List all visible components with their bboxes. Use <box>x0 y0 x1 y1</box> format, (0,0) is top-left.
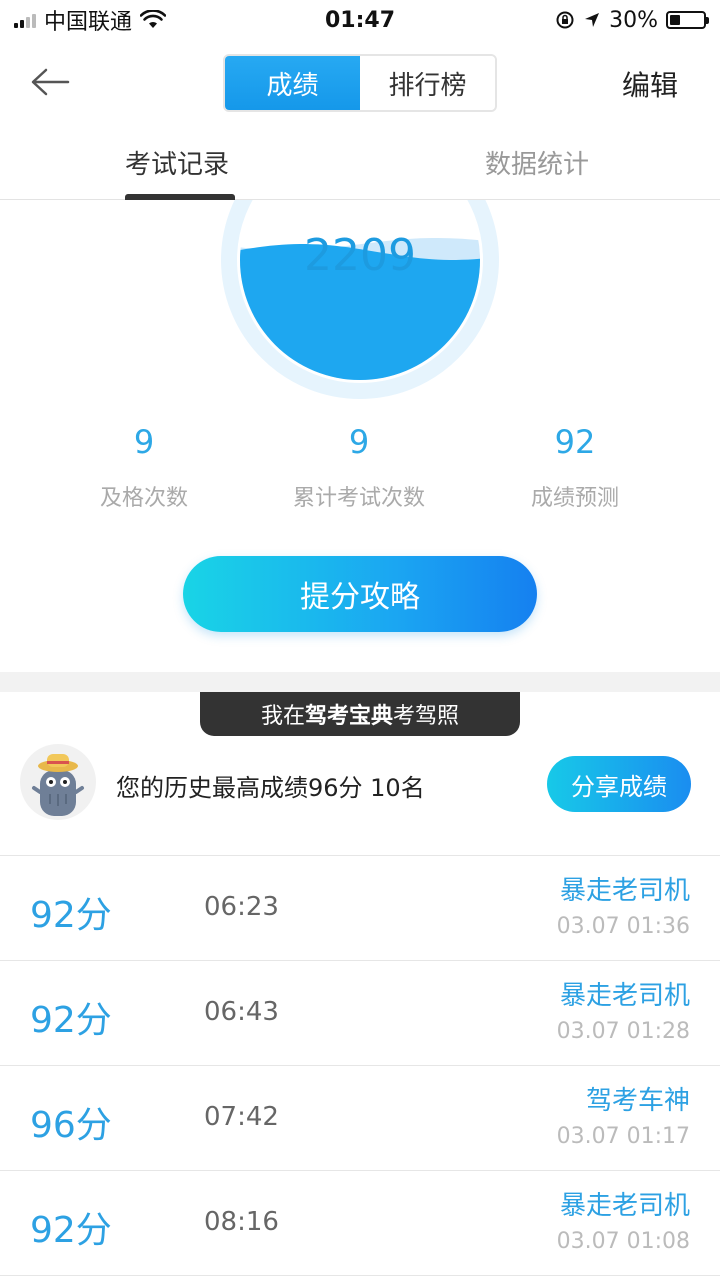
record-time: 03.07 01:17 <box>556 1124 690 1149</box>
segment-control: 成绩 排行榜 <box>223 54 497 112</box>
battery-percent: 30% <box>609 7 658 33</box>
tab-exam-records[interactable]: 考试记录 <box>125 144 229 181</box>
stat-score-prediction: 92 成绩预测 <box>475 420 675 512</box>
segment-score[interactable]: 成绩 <box>225 56 360 110</box>
record-time: 03.07 01:36 <box>556 914 690 939</box>
stat-pass-count: 9 及格次数 <box>44 420 244 512</box>
wifi-icon <box>140 10 167 28</box>
section-divider <box>0 672 720 692</box>
record-score: 92分 <box>30 1000 112 1041</box>
record-score: 92分 <box>30 895 112 936</box>
tab-data-stats[interactable]: 数据统计 <box>485 144 589 181</box>
gauge-score: 2209 <box>304 230 416 281</box>
score-panel: 2209 9 及格次数 9 累计考试次数 92 成绩预测 提分攻略 <box>0 200 720 672</box>
record-time: 03.07 01:08 <box>556 1229 690 1254</box>
record-title: 暴走老司机 <box>559 981 690 1011</box>
record-title: 暴走老司机 <box>559 876 690 906</box>
banner-suffix: 考驾照 <box>393 704 460 729</box>
rotation-lock-icon <box>556 11 574 29</box>
stat-value: 92 <box>554 423 596 461</box>
app-banner: 我在 驾考宝典 考驾照 <box>200 692 520 736</box>
tab-bar: 考试记录 数据统计 <box>0 126 720 200</box>
best-score-text: 您的历史最高成绩96分 10名 <box>116 774 425 802</box>
battery-fill <box>670 15 680 25</box>
exam-records-list: 92分 06:23 暴走老司机 03.07 01:36 92分 06:43 暴走… <box>0 856 720 1276</box>
improve-strategy-button[interactable]: 提分攻略 <box>183 556 537 632</box>
status-left: 中国联通 <box>14 4 167 36</box>
record-duration: 06:43 <box>204 997 279 1027</box>
battery-icon <box>666 11 709 29</box>
record-row[interactable]: 92分 06:43 暴走老司机 03.07 01:28 <box>0 961 720 1066</box>
stat-label: 成绩预测 <box>530 486 619 511</box>
signal-icon <box>14 12 36 28</box>
stat-value: 9 <box>133 423 155 461</box>
stat-total-exams: 9 累计考试次数 <box>259 420 459 512</box>
best-score-row: 您的历史最高成绩96分 10名 分享成绩 <box>0 736 720 856</box>
stat-label: 累计考试次数 <box>292 486 425 511</box>
record-duration: 06:23 <box>204 892 279 922</box>
location-icon <box>585 13 600 27</box>
record-score: 92分 <box>30 1210 112 1251</box>
record-row[interactable]: 92分 06:23 暴走老司机 03.07 01:36 <box>0 856 720 961</box>
back-arrow-icon[interactable] <box>28 62 76 102</box>
record-score: 96分 <box>30 1105 112 1146</box>
stat-label: 及格次数 <box>99 486 188 511</box>
status-right: 30% <box>555 7 709 33</box>
banner-app-name: 驾考宝典 <box>304 704 393 729</box>
status-bar: 中国联通 01:47 30% <box>0 0 720 40</box>
record-row[interactable]: 92分 08:16 暴走老司机 03.07 01:08 <box>0 1171 720 1276</box>
record-duration: 07:42 <box>204 1102 279 1132</box>
share-score-button[interactable]: 分享成绩 <box>547 756 691 812</box>
header: 成绩 排行榜 编辑 <box>0 40 720 126</box>
mascot-icon <box>32 754 84 816</box>
record-title: 驾考车神 <box>585 1086 690 1116</box>
stat-value: 9 <box>348 423 370 461</box>
segment-ranking[interactable]: 排行榜 <box>360 56 495 110</box>
carrier-name: 中国联通 <box>44 10 133 35</box>
record-title: 暴走老司机 <box>559 1191 690 1221</box>
banner-prefix: 我在 <box>260 704 305 729</box>
record-time: 03.07 01:28 <box>556 1019 690 1044</box>
record-row[interactable]: 96分 07:42 驾考车神 03.07 01:17 <box>0 1066 720 1171</box>
record-duration: 08:16 <box>204 1207 279 1237</box>
mascot-avatar <box>20 744 96 820</box>
edit-button[interactable]: 编辑 <box>622 64 678 104</box>
